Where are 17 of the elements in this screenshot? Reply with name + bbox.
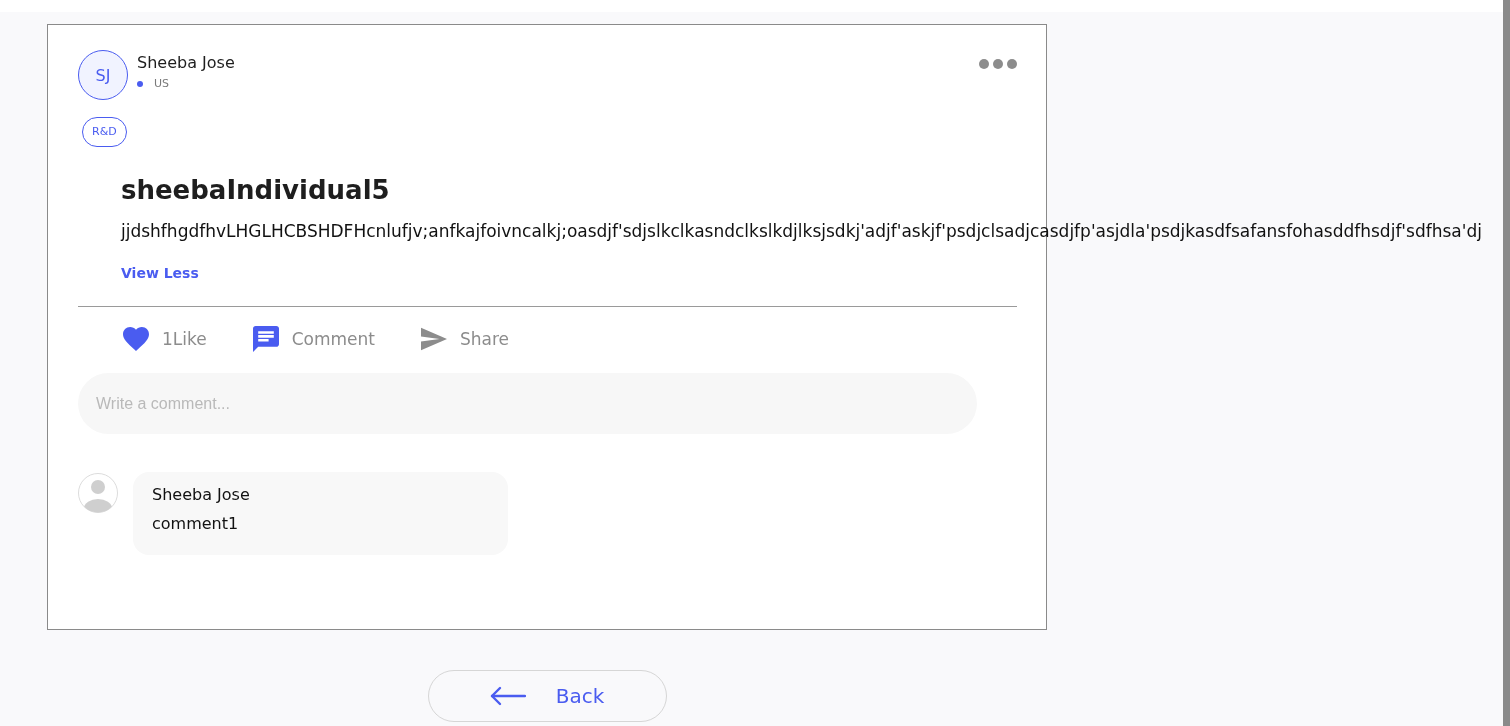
comment-text: comment1 <box>152 513 239 535</box>
avatar-initials: SJ <box>78 50 128 100</box>
post-body: jjdshfhgdfhvLHGLHCBSHDFHcnlufjv;anfkajfoivncalkj;oasdjf'sdjslkclkasndclkslkdjlksjsdkj'adjf'askjf'psdjclsadjcasdjfp'asjdla'psdjkasdfsafansfohasddfhsdjf'sdfhsa'dj <box>121 220 1482 242</box>
scrollbar[interactable] <box>1503 0 1510 726</box>
post-action[interactable]: Comment <box>252 326 375 352</box>
comment-input[interactable]: Write a comment... <box>78 373 977 434</box>
view-less-link[interactable]: View Less <box>121 264 199 282</box>
post-action[interactable]: Share <box>421 326 510 352</box>
author-name: Sheeba Jose <box>137 52 235 74</box>
post-title: sheebaIndividual5 <box>121 174 390 206</box>
location-dot-icon <box>137 80 143 87</box>
user-silhouette-icon <box>78 473 118 513</box>
comment-author: Sheeba Jose <box>152 485 250 505</box>
author-location: US <box>154 77 170 90</box>
more-options-icon[interactable] <box>979 59 1017 69</box>
arrow-left-icon <box>489 686 526 706</box>
post-action[interactable]: 1Like <box>123 326 207 352</box>
